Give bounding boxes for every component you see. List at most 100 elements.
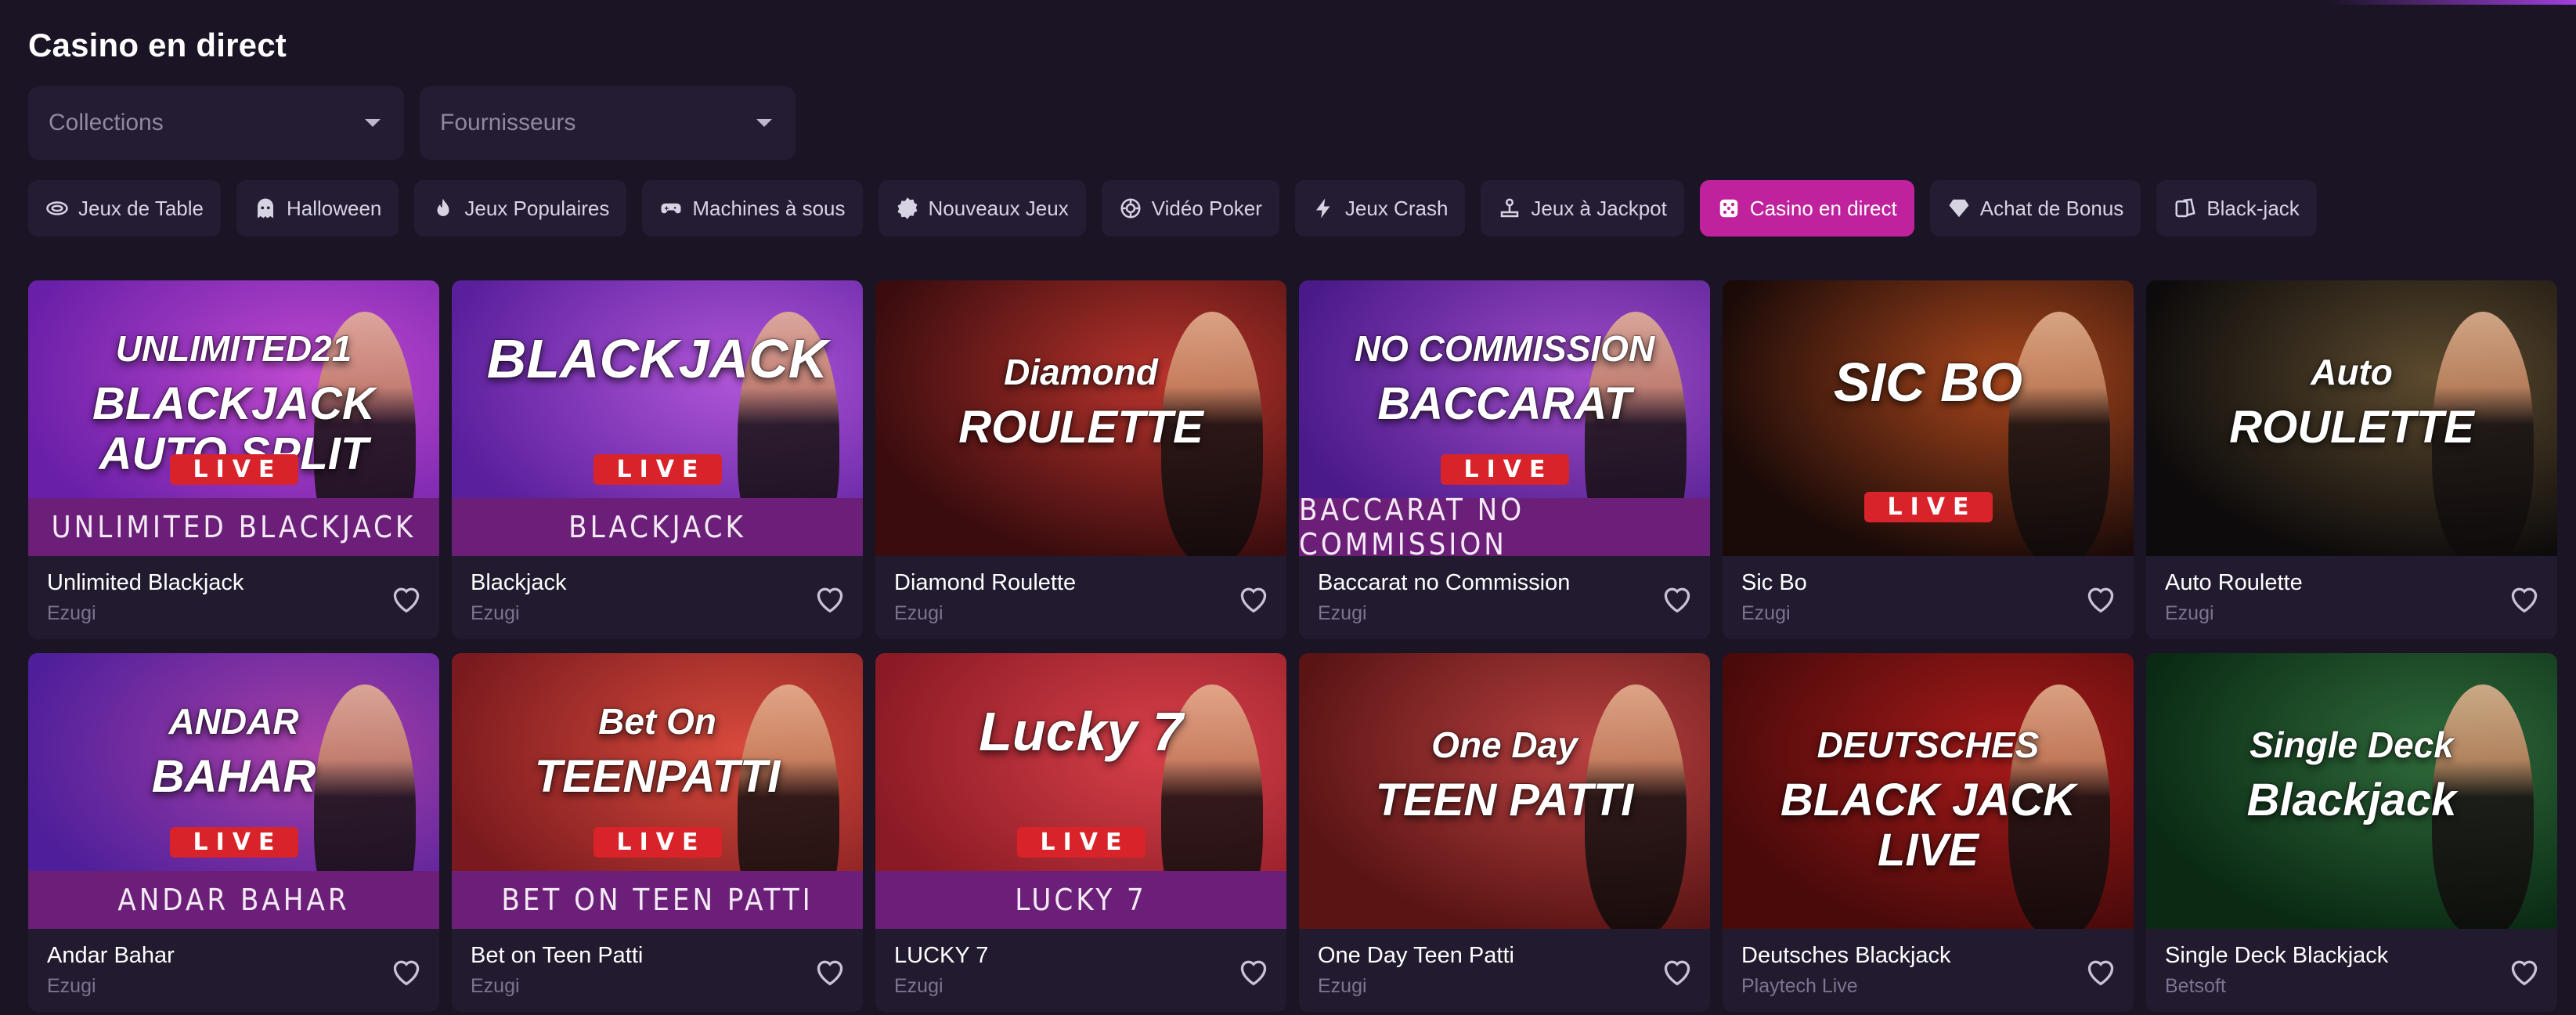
game-card[interactable]: DEUTSCHES BLACK JACK LIVE Deutsches Blackja… [1723,653,2134,1012]
game-thumbnail[interactable]: Diamond ROULETTE [875,280,1286,556]
game-provider: Ezugi [1318,602,1367,624]
game-info: Deutsches Blackjack Playtech Live [1723,929,2134,1012]
category-tab-vid-o-poker[interactable]: Vidéo Poker [1101,180,1279,237]
category-tab-halloween[interactable]: Halloween [236,180,399,237]
game-card[interactable]: BLACKJACK LIVE BLACKJACK Blackjack Ezugi [452,280,863,639]
favorite-heart-icon[interactable] [2507,583,2542,614]
category-tab-jeux-populaires[interactable]: Jeux Populaires [414,180,627,237]
category-tab-label: Jeux de Table [78,196,204,220]
category-tab-machines-sous[interactable]: Machines à sous [642,180,863,237]
game-title[interactable]: Blackjack [471,570,844,596]
game-art-text: Diamond [1004,352,1158,392]
game-banner: BACCARAT NO COMMISSION [1299,493,1710,556]
category-tab-jeux-de-table[interactable]: Jeux de Table [28,180,221,237]
game-title[interactable]: Unlimited Blackjack [47,570,420,596]
game-title[interactable]: Baccarat no Commission [1318,570,1691,596]
game-art-text: Lucky 7 [979,701,1183,762]
favorite-heart-icon[interactable] [2084,583,2118,614]
poker-chip-icon [1119,197,1142,220]
favorite-heart-icon[interactable] [1660,955,1694,987]
game-title[interactable]: Sic Bo [1741,570,2115,596]
game-info: One Day Teen Patti Ezugi [1299,929,1710,1012]
game-card[interactable]: Single Deck Blackjack Single Deck Blackjac… [2146,653,2557,1012]
game-art-text: BACCARAT [1377,378,1632,429]
category-tab-casino-en-direct[interactable]: Casino en direct [1699,180,1914,237]
game-thumbnail[interactable]: BLACKJACK LIVE BLACKJACK [452,280,863,556]
game-thumbnail[interactable]: UNLIMITED21 BLACKJACK AUTO SPLIT LIVE UNLIMI… [28,280,439,556]
game-thumbnail[interactable]: ANDAR BAHAR LIVE ANDAR BAHAR [28,653,439,929]
game-thumbnail[interactable]: Bet On TEENPATTI LIVE BET ON TEEN PATTI [452,653,863,929]
category-tab-label: Nouveaux Jeux [928,196,1069,220]
page: Casino en direct Collections Fournisseur… [0,0,2576,1015]
game-thumbnail[interactable]: Lucky 7 LIVE LUCKY 7 [875,653,1286,929]
game-thumbnail[interactable]: Auto ROULETTE [2146,280,2557,556]
game-art-text: LIVE [1878,825,1979,876]
favorite-heart-icon[interactable] [1236,955,1271,987]
game-card[interactable]: Lucky 7 LIVE LUCKY 7 LUCKY 7 Ezugi [875,653,1286,1012]
game-provider: Ezugi [47,975,96,997]
favorite-heart-icon[interactable] [2507,955,2542,987]
providers-dropdown-label: Fournisseurs [440,110,576,135]
category-tab-label: Achat de Bonus [1979,196,2124,220]
game-info: Andar Bahar Ezugi [28,929,439,1012]
filter-bar: Collections Fournisseurs [28,86,796,160]
game-info: LUCKY 7 Ezugi [875,929,1286,1012]
game-art-text: TEEN PATTI [1375,775,1634,825]
favorite-heart-icon[interactable] [2084,955,2118,987]
game-card[interactable]: NO COMMISSION BACCARAT LIVE BACCARAT NO COM… [1299,280,1710,639]
category-tab-jeux-jackpot[interactable]: Jeux à Jackpot [1481,180,1684,237]
game-art-text: ROULETTE [2229,402,2474,453]
game-card[interactable]: SIC BO LIVE Sic Bo Ezugi [1723,280,2134,639]
favorite-heart-icon[interactable] [813,955,847,987]
game-card[interactable]: One Day TEEN PATTI One Day Teen Patti Ezugi [1299,653,1710,1012]
game-thumbnail[interactable]: DEUTSCHES BLACK JACK LIVE [1723,653,2134,929]
favorite-heart-icon[interactable] [813,583,847,614]
live-badge: LIVE [169,827,298,858]
game-thumbnail[interactable]: One Day TEEN PATTI [1299,653,1710,929]
chevron-down-icon [365,119,381,127]
game-title[interactable]: Single Deck Blackjack [2165,943,2538,969]
game-thumbnail[interactable]: SIC BO LIVE [1723,280,2134,556]
favorite-heart-icon[interactable] [389,583,424,614]
game-title[interactable]: LUCKY 7 [894,943,1268,969]
new-badge-icon [896,197,919,220]
live-badge: LIVE [1863,492,1993,522]
game-banner: ANDAR BAHAR [28,871,439,929]
game-info: Diamond Roulette Ezugi [875,556,1286,639]
category-tab-nouveaux-jeux[interactable]: Nouveaux Jeux [878,180,1086,237]
game-card[interactable]: UNLIMITED21 BLACKJACK AUTO SPLIT LIVE UNLIMI… [28,280,439,639]
collections-dropdown[interactable]: Collections [28,86,404,160]
game-info: Baccarat no Commission Ezugi [1299,556,1710,639]
lightning-icon [1312,197,1336,220]
game-card[interactable]: Auto ROULETTE Auto Roulette Ezugi [2146,280,2557,639]
game-info: Single Deck Blackjack Betsoft [2146,929,2557,1012]
category-tab-jeux-crash[interactable]: Jeux Crash [1294,180,1466,237]
game-art-text: BLACKJACK [92,378,375,429]
flame-icon [431,197,455,220]
game-provider: Ezugi [894,602,943,624]
game-title[interactable]: Diamond Roulette [894,570,1268,596]
game-title[interactable]: One Day Teen Patti [1318,943,1691,969]
category-tab-label: Machines à sous [692,196,846,220]
collections-dropdown-label: Collections [49,110,164,135]
game-info: Blackjack Ezugi [452,556,863,639]
game-thumbnail[interactable]: Single Deck Blackjack [2146,653,2557,929]
providers-dropdown[interactable]: Fournisseurs [420,86,796,160]
game-title[interactable]: Auto Roulette [2165,570,2538,596]
game-card[interactable]: Bet On TEENPATTI LIVE BET ON TEEN PATTI Bet … [452,653,863,1012]
live-badge: LIVE [1440,454,1569,485]
category-tab-label: Jeux Populaires [464,196,610,220]
game-card[interactable]: ANDAR BAHAR LIVE ANDAR BAHAR Andar Bahar Ezug… [28,653,439,1012]
game-title[interactable]: Andar Bahar [47,943,420,969]
game-title[interactable]: Deutsches Blackjack [1741,943,2115,969]
category-tab-achat-de-bonus[interactable]: Achat de Bonus [1929,180,2141,237]
game-thumbnail[interactable]: NO COMMISSION BACCARAT LIVE BACCARAT NO COM… [1299,280,1710,556]
favorite-heart-icon[interactable] [389,955,424,987]
favorite-heart-icon[interactable] [1236,583,1271,614]
joystick-icon [1498,197,1521,220]
category-tab-black-jack[interactable]: Black-jack [2156,180,2317,237]
game-info: Bet on Teen Patti Ezugi [452,929,863,1012]
favorite-heart-icon[interactable] [1660,583,1694,614]
game-title[interactable]: Bet on Teen Patti [471,943,844,969]
game-card[interactable]: Diamond ROULETTE Diamond Roulette Ezugi [875,280,1286,639]
